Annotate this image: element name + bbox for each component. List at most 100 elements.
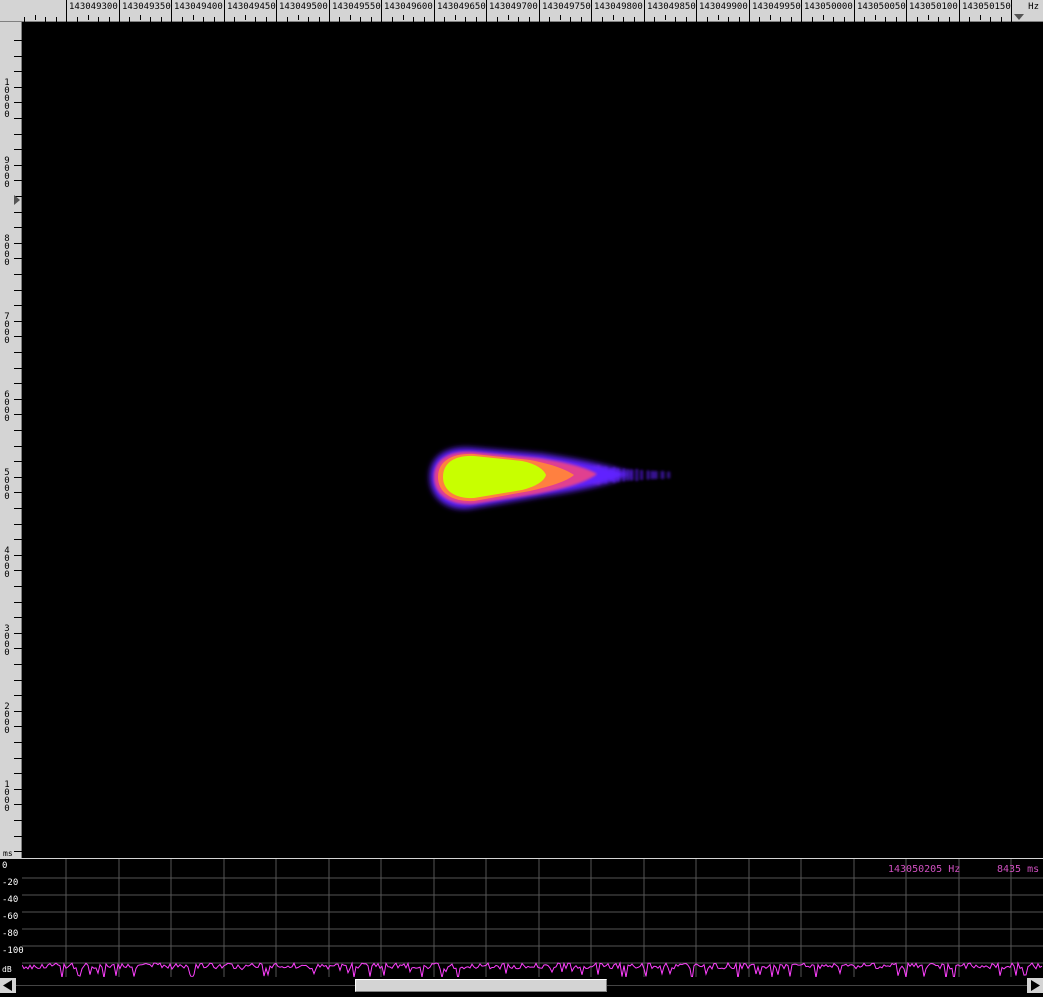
time-minor-tick	[14, 633, 22, 634]
frequency-minor-tick	[718, 15, 719, 20]
time-minor-tick	[14, 742, 22, 743]
frequency-major-tick	[224, 0, 225, 22]
time-minor-tick	[14, 321, 22, 322]
frequency-minor-tick	[613, 15, 614, 20]
frequency-tick-label: 143049350	[122, 2, 171, 12]
time-minor-tick	[14, 368, 22, 369]
time-minor-tick	[14, 383, 22, 384]
frequency-tick-label: 143049850	[647, 2, 696, 12]
scroll-thumb[interactable]	[355, 979, 607, 992]
time-minor-tick	[14, 446, 22, 447]
db-label: -80	[2, 929, 19, 939]
signal-tail-streak	[629, 469, 634, 481]
time-minor-tick	[14, 492, 22, 493]
frequency-minor-tick	[665, 15, 666, 20]
frequency-minor-tick	[875, 15, 876, 20]
time-cursor-marker-icon[interactable]	[14, 195, 20, 205]
time-minor-tick	[14, 555, 22, 556]
time-minor-tick	[14, 820, 22, 821]
time-minor-tick	[14, 149, 22, 150]
frequency-major-tick	[959, 0, 960, 22]
frequency-tick-label: 143049800	[594, 2, 643, 12]
time-minor-tick	[14, 836, 22, 837]
frequency-major-tick	[276, 0, 277, 22]
frequency-tick-label: 143049400	[174, 2, 223, 12]
time-minor-tick	[14, 399, 22, 400]
time-minor-tick	[14, 524, 22, 525]
frequency-major-tick	[801, 0, 802, 22]
frequency-tick-label: 143049450	[227, 2, 276, 12]
spectrum-panel[interactable]: 0 -20 -40 -60 -80 -100 dB 143050205 Hz 8…	[0, 858, 1043, 977]
time-minor-tick	[14, 56, 22, 57]
signal-tail-streak	[646, 470, 650, 480]
time-minor-tick	[14, 570, 22, 571]
frequency-unit-label: Hz	[1028, 2, 1039, 12]
frequency-major-tick	[1011, 0, 1012, 22]
frequency-tick-label: 143049650	[437, 2, 486, 12]
time-minor-tick	[14, 243, 22, 244]
frequency-major-tick	[696, 0, 697, 22]
frequency-major-tick	[854, 0, 855, 22]
frequency-minor-tick	[403, 15, 404, 20]
signal-tail-streak	[640, 469, 644, 481]
time-tick-label: 7000	[4, 312, 10, 346]
scroll-left-button[interactable]	[0, 978, 16, 993]
time-ruler[interactable]: 10000 9000 8000 7000 6000 5000 4000 3000 2000 100…	[0, 22, 22, 858]
time-tick-label: 5000	[4, 468, 10, 502]
time-minor-tick	[14, 180, 22, 181]
scroll-right-button[interactable]	[1027, 978, 1043, 993]
time-minor-tick	[14, 508, 22, 509]
time-minor-tick	[14, 758, 22, 759]
time-tick-label: 2000	[4, 702, 10, 736]
time-minor-tick	[14, 804, 22, 805]
time-minor-tick	[14, 290, 22, 291]
signal-trace	[430, 447, 671, 509]
waterfall-canvas	[430, 447, 671, 509]
frequency-minor-tick	[245, 15, 246, 20]
time-minor-tick	[14, 430, 22, 431]
triangle-right-icon	[1031, 980, 1040, 991]
waterfall-display[interactable]	[22, 22, 1043, 858]
time-minor-tick	[14, 711, 22, 712]
db-label: 0	[2, 861, 8, 871]
time-tick-label: 8000	[4, 234, 10, 268]
frequency-tick-label: 143049900	[699, 2, 748, 12]
time-minor-tick	[14, 602, 22, 603]
time-minor-tick	[14, 648, 22, 649]
time-minor-tick	[14, 336, 22, 337]
frequency-minor-tick	[560, 15, 561, 20]
frequency-major-tick	[591, 0, 592, 22]
frequency-minor-tick	[928, 15, 929, 20]
time-minor-tick	[14, 539, 22, 540]
time-minor-tick	[14, 118, 22, 119]
time-minor-tick	[14, 773, 22, 774]
frequency-tick-label: 143049750	[542, 2, 591, 12]
frequency-major-tick	[381, 0, 382, 22]
frequency-major-tick	[119, 0, 120, 22]
frequency-major-tick	[434, 0, 435, 22]
db-label: -60	[2, 912, 19, 922]
time-tick-label: 1000	[4, 780, 10, 814]
time-minor-tick	[14, 617, 22, 618]
time-tick-label: 6000	[4, 390, 10, 424]
db-label: -20	[2, 878, 19, 888]
time-minor-tick	[14, 664, 22, 665]
frequency-tick-label: 143049600	[384, 2, 433, 12]
time-minor-tick	[14, 586, 22, 587]
frequency-cursor-marker-icon[interactable]	[1014, 14, 1024, 20]
signal-tail-streak	[635, 468, 639, 482]
frequency-major-tick	[329, 0, 330, 22]
frequency-major-tick	[906, 0, 907, 22]
signal-tail-streak	[650, 470, 655, 480]
time-minor-tick	[14, 851, 22, 852]
time-minor-tick	[14, 102, 22, 103]
cursor-frequency-readout: 143050205 Hz	[888, 864, 961, 875]
time-minor-tick	[14, 227, 22, 228]
frequency-tick-label: 143049700	[489, 2, 538, 12]
frequency-ruler[interactable]: 143049300 143049350 143049400 143049450 1430…	[0, 0, 1043, 22]
horizontal-scrollbar[interactable]	[0, 977, 1043, 994]
frequency-tick-label: 143049300	[69, 2, 118, 12]
frequency-major-tick	[644, 0, 645, 22]
cursor-time-readout: 8435 ms	[997, 864, 1040, 875]
spectrum-plot[interactable]	[22, 859, 1043, 977]
